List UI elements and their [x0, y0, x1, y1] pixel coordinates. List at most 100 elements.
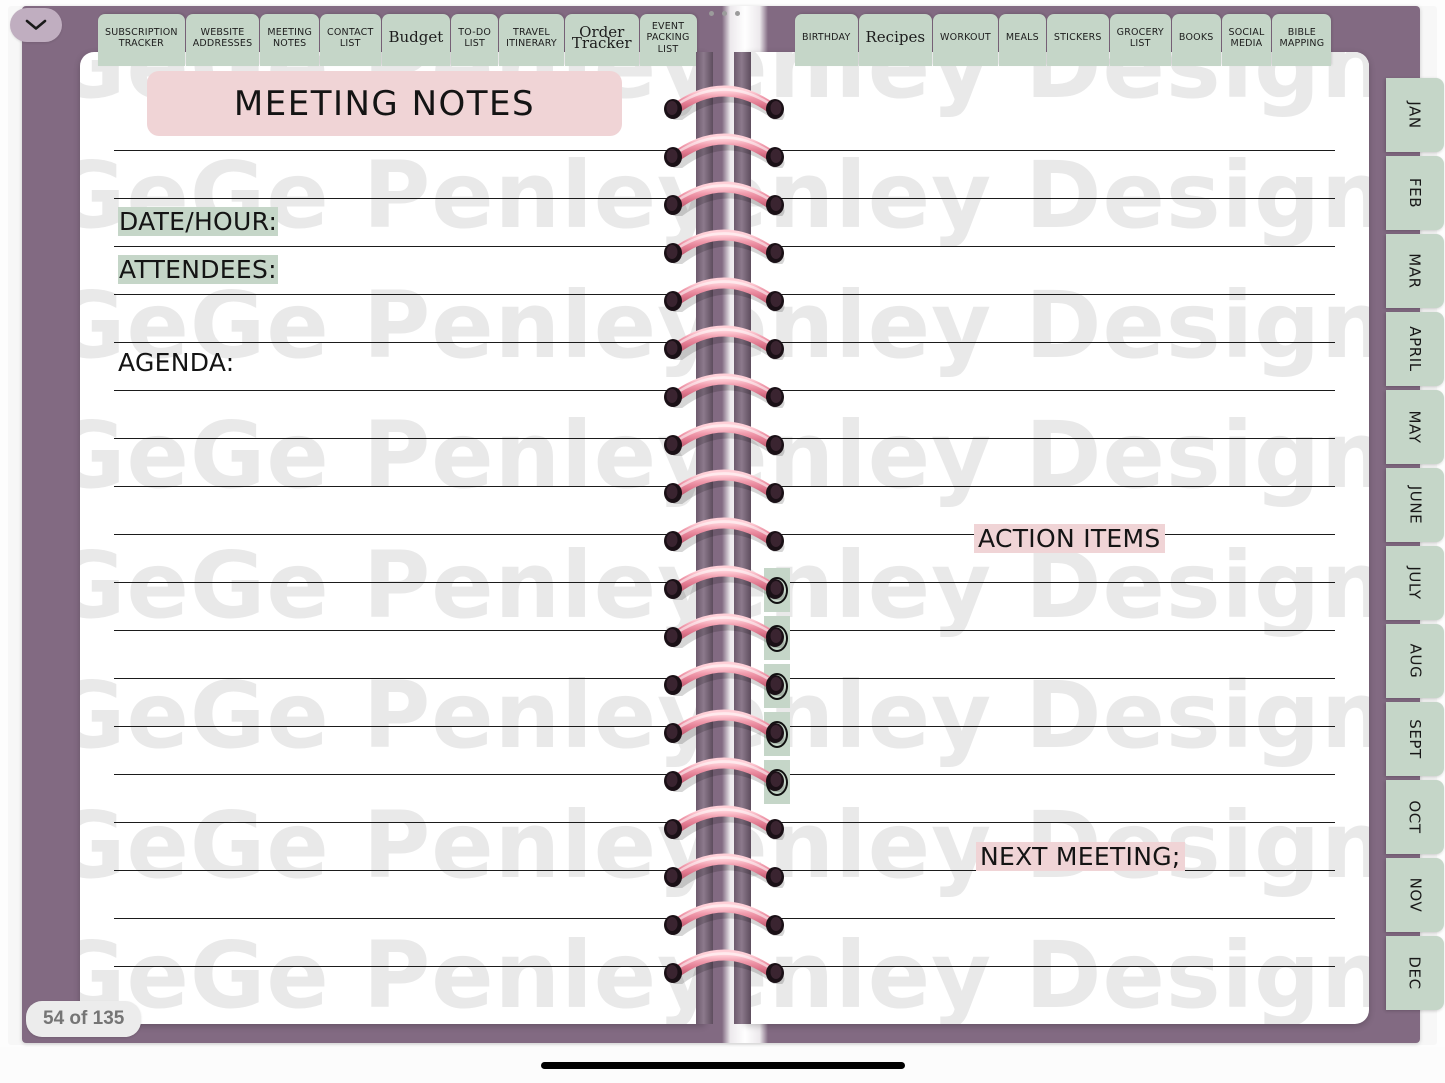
top-tab-left-1[interactable]: WEBSITE ADDRESSES: [185, 14, 260, 66]
rule-line: [114, 342, 689, 343]
rule-line: [114, 870, 689, 871]
section-next-meeting[interactable]: NEXT MEETING;: [976, 842, 1185, 871]
rule-line: [114, 294, 689, 295]
top-tab-left-5[interactable]: TO-DO LIST: [451, 14, 499, 66]
circle-checkbox-icon: [766, 672, 788, 700]
month-tab-july[interactable]: JULY: [1386, 546, 1444, 620]
top-tab-left-6[interactable]: TRAVEL ITINERARY: [499, 14, 564, 66]
top-tab-label: MEALS: [1005, 32, 1039, 44]
collapse-toolbar-button[interactable]: [10, 8, 62, 42]
month-tab-label: JULY: [1406, 566, 1424, 600]
month-tab-oct[interactable]: OCT: [1386, 780, 1444, 854]
month-tab-sept[interactable]: SEPT: [1386, 702, 1444, 776]
top-tab-left-7[interactable]: Order Tracker: [564, 14, 639, 66]
rule-line: [114, 966, 689, 967]
month-tab-label: NOV: [1405, 877, 1424, 913]
circle-checkbox-icon: [766, 624, 788, 652]
top-tab-left-2[interactable]: MEETING NOTES: [260, 14, 320, 66]
section-next-meeting-label: NEXT MEETING;: [976, 842, 1185, 871]
field-attendees[interactable]: ATTENDEES:: [118, 255, 278, 284]
top-tab-label: BIRTHDAY: [802, 32, 851, 44]
top-tab-right-3[interactable]: MEALS: [998, 14, 1046, 66]
top-tab-left-8[interactable]: EVENT PACKING LIST: [639, 14, 697, 66]
rule-line: [114, 630, 689, 631]
planner-app: SUBSCRIPTION TRACKER WEBSITE ADDRESSES MEE…: [0, 0, 1445, 1083]
action-item-checkbox-1[interactable]: [764, 568, 790, 612]
top-tab-label: WORKOUT: [940, 32, 991, 44]
month-tabs: JAN FEB MAR APRIL MAY JUNE JULY AUG SEPT OCT NOV DE…: [1386, 78, 1444, 1010]
rule-line: [114, 390, 689, 391]
circle-checkbox-icon: [766, 768, 788, 796]
month-tab-label: AUG: [1405, 643, 1424, 679]
action-item-checkbox-5[interactable]: [764, 760, 790, 804]
month-tab-feb[interactable]: FEB: [1386, 156, 1444, 230]
top-tabs-left: SUBSCRIPTION TRACKER WEBSITE ADDRESSES MEE…: [98, 14, 697, 66]
rule-line: [114, 150, 689, 151]
top-tab-right-1[interactable]: Recipes: [858, 14, 933, 66]
top-tab-label: SUBSCRIPTION TRACKER: [105, 26, 178, 50]
top-tab-left-3[interactable]: CONTACT LIST: [320, 14, 381, 66]
month-tab-aug[interactable]: AUG: [1386, 624, 1444, 698]
left-page: GeGe Penley DesignsGeGe Penley DesignsGe…: [80, 52, 705, 1024]
circle-checkbox-icon: [766, 576, 788, 604]
rule-line: [760, 966, 1335, 967]
rule-line: [114, 918, 689, 919]
rule-line: [760, 822, 1335, 823]
circle-checkbox-icon: [766, 720, 788, 748]
month-tab-mar[interactable]: MAR: [1386, 234, 1444, 308]
month-tab-label: JUNE: [1405, 485, 1424, 525]
top-tab-label: BOOKS: [1178, 32, 1214, 44]
top-tab-right-6[interactable]: BOOKS: [1171, 14, 1221, 66]
top-tab-label: MEETING NOTES: [267, 26, 313, 50]
rule-line: [760, 918, 1335, 919]
drag-dots-icon[interactable]: [703, 7, 745, 19]
rule-line: [760, 390, 1335, 391]
top-tab-label: GROCERY LIST: [1116, 26, 1164, 50]
rule-line: [760, 150, 1335, 151]
rule-line: [114, 678, 689, 679]
action-item-checkbox-3[interactable]: [764, 664, 790, 708]
rule-line: [760, 198, 1335, 199]
rule-line: [114, 198, 689, 199]
action-item-checkbox-4[interactable]: [764, 712, 790, 756]
month-tab-label: OCT: [1406, 800, 1424, 834]
top-tab-label: TO-DO LIST: [458, 26, 492, 50]
top-tab-label: SOCIAL MEDIA: [1228, 26, 1265, 50]
month-tab-label: APRIL: [1405, 326, 1424, 372]
top-tab-left-0[interactable]: SUBSCRIPTION TRACKER: [98, 14, 185, 66]
month-tab-may[interactable]: MAY: [1386, 390, 1444, 464]
field-date-hour[interactable]: DATE/HOUR:: [118, 207, 279, 236]
top-tab-left-4[interactable]: Budget: [381, 14, 451, 66]
section-action-items[interactable]: ACTION ITEMS: [974, 524, 1165, 553]
top-tab-right-8[interactable]: BIBLE MAPPING: [1272, 14, 1332, 66]
top-tab-right-7[interactable]: SOCIAL MEDIA: [1221, 14, 1272, 66]
rule-line: [114, 582, 689, 583]
chevron-down-icon: [25, 19, 47, 31]
top-tab-label: EVENT PACKING LIST: [646, 20, 690, 55]
top-tab-right-4[interactable]: STICKERS: [1046, 14, 1109, 66]
top-tabs-right: BIRTHDAY Recipes WORKOUT MEALS STICKERS GROCE…: [795, 14, 1332, 66]
top-tab-right-2[interactable]: WORKOUT: [933, 14, 998, 66]
month-tab-dec[interactable]: DEC: [1386, 936, 1444, 1010]
month-tab-april[interactable]: APRIL: [1386, 312, 1444, 386]
section-agenda[interactable]: AGENDA:: [118, 348, 235, 377]
month-tab-nov[interactable]: NOV: [1386, 858, 1444, 932]
rule-line: [760, 630, 1335, 631]
rule-line: [760, 486, 1335, 487]
month-tab-jan[interactable]: JAN: [1386, 78, 1444, 152]
page-title: MEETING NOTES: [233, 83, 536, 124]
field-attendees-label: ATTENDEES:: [118, 255, 278, 284]
month-tab-june[interactable]: JUNE: [1386, 468, 1444, 542]
rule-line: [114, 726, 689, 727]
top-tab-right-0[interactable]: BIRTHDAY: [795, 14, 858, 66]
month-tab-label: SEPT: [1405, 719, 1424, 759]
section-action-items-label: ACTION ITEMS: [974, 524, 1165, 553]
month-tab-label: MAR: [1406, 253, 1424, 289]
rule-line: [760, 438, 1335, 439]
right-page: GeGe Penley DesignsGeGe Penley DesignsGe…: [744, 52, 1369, 1024]
section-agenda-label: AGENDA:: [118, 348, 235, 377]
top-tab-right-5[interactable]: GROCERY LIST: [1109, 14, 1171, 66]
action-item-checkbox-2[interactable]: [764, 616, 790, 660]
rule-line: [114, 246, 689, 247]
home-indicator[interactable]: [540, 1062, 905, 1069]
